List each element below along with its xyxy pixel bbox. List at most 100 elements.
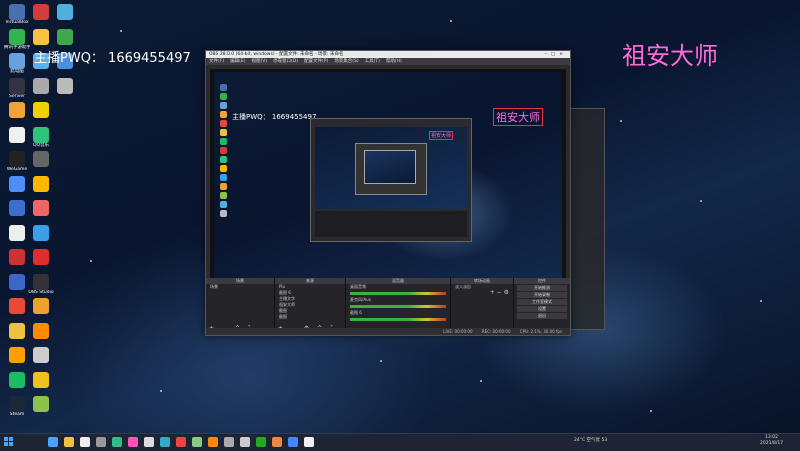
menu-item[interactable]: 视图(V) — [251, 59, 267, 64]
studio-mode-button[interactable]: 工作室模式 — [517, 299, 567, 305]
app-icon — [33, 371, 49, 388]
taskbar-app-icon[interactable] — [144, 437, 154, 447]
source-item[interactable]: 截图 — [275, 314, 345, 320]
desktop-app-icon[interactable] — [52, 77, 78, 94]
obs-titlebar[interactable]: OBS 28.0.0 (64-bit, windows) - 配置文件: 未命名… — [206, 51, 570, 58]
desktop-app-icon[interactable]: WeGame — [4, 151, 30, 173]
app-label: 此电脑 — [10, 69, 24, 74]
app-icon — [9, 4, 25, 20]
app-icon — [9, 53, 25, 69]
controls-dock[interactable]: 控件 开始推流 开始录制 工作室模式 设置 退出 — [514, 278, 570, 335]
desktop-app-icon[interactable] — [4, 347, 30, 363]
desktop-app-icon[interactable]: QQ音乐 — [28, 126, 54, 149]
background-window[interactable] — [567, 108, 605, 330]
desktop-app-icon[interactable]: Servier — [4, 77, 30, 100]
desktop-app-icon[interactable] — [28, 200, 54, 216]
taskbar-app-icon[interactable] — [64, 437, 74, 447]
desktop-app-icon[interactable]: OBS Studio — [28, 273, 54, 296]
app-icon — [57, 4, 73, 20]
desktop-app-icon[interactable] — [52, 4, 78, 20]
desktop-app-icon[interactable] — [28, 175, 54, 192]
taskbar-app-icon[interactable] — [192, 437, 202, 447]
desktop-app-icon[interactable] — [28, 322, 54, 339]
app-label: Steam — [9, 412, 25, 417]
exit-button[interactable]: 退出 — [517, 313, 567, 319]
desktop-app-icon[interactable] — [4, 249, 30, 265]
taskbar-app-icon[interactable] — [304, 437, 314, 447]
taskbar-app-icon[interactable] — [176, 437, 186, 447]
taskbar-app-icon[interactable] — [272, 437, 282, 447]
desktop-app-icon[interactable] — [4, 371, 30, 388]
taskbar-app-icon[interactable] — [112, 437, 122, 447]
taskbar-app-icon[interactable] — [288, 437, 298, 447]
clock-date: 2021/8/17 — [760, 441, 784, 446]
desktop-app-icon[interactable] — [28, 249, 54, 265]
desktop-app-icon[interactable] — [4, 126, 30, 143]
scene-item[interactable]: 场景 — [206, 284, 274, 290]
desktop-app-icon[interactable]: Steam — [4, 396, 30, 418]
taskbar-app-icon[interactable] — [256, 437, 266, 447]
window-controls[interactable]: –□× — [545, 51, 567, 58]
app-icon — [33, 151, 49, 167]
audio-meter — [350, 305, 446, 308]
desktop-app-icon[interactable] — [28, 396, 54, 412]
desktop-app-icon[interactable] — [4, 322, 30, 339]
menu-item[interactable]: 工具(T) — [365, 59, 380, 64]
scenes-dock[interactable]: 场景 场景 + − ^ ˅ — [206, 278, 275, 335]
obs-window[interactable]: OBS 28.0.0 (64-bit, windows) - 配置文件: 未命名… — [205, 50, 571, 336]
desktop-app-icon[interactable] — [28, 371, 54, 388]
taskbar-app-icon[interactable] — [240, 437, 250, 447]
menu-item[interactable]: 场景集合(S) — [334, 59, 358, 64]
transition-buttons[interactable]: + − ⚙ — [451, 290, 513, 296]
desktop-app-icon[interactable] — [4, 273, 30, 290]
desktop-app-icon[interactable] — [28, 347, 54, 363]
app-label: QQ音乐 — [32, 142, 50, 148]
desktop-app-icon[interactable] — [28, 28, 54, 45]
app-icon — [33, 126, 49, 143]
app-icon — [57, 28, 73, 45]
desktop-app-icon[interactable] — [4, 175, 30, 192]
desktop-app-icon[interactable] — [4, 224, 30, 241]
desktop-app-icon[interactable] — [28, 151, 54, 167]
desktop-app-icon[interactable] — [28, 224, 54, 241]
menu-item[interactable]: 配置文件(P) — [304, 59, 328, 64]
desktop-app-icon[interactable] — [52, 28, 78, 45]
settings-button[interactable]: 设置 — [517, 306, 567, 312]
start-streaming-button[interactable]: 开始推流 — [517, 285, 567, 291]
desktop-app-icon[interactable] — [4, 102, 30, 118]
app-icon — [33, 347, 49, 363]
controls-dock-title: 控件 — [514, 278, 570, 284]
taskbar-app-icon[interactable] — [224, 437, 234, 447]
desktop-app-icon[interactable] — [28, 102, 54, 118]
desktop-app-icon[interactable] — [28, 298, 54, 314]
desktop-app-icon[interactable] — [4, 298, 30, 314]
app-icon — [9, 322, 25, 339]
desktop-app-icon[interactable]: VirtualBox — [4, 4, 30, 26]
app-icon — [9, 224, 25, 241]
menu-item[interactable]: 文件(F) — [209, 59, 224, 64]
taskbar-app-icon[interactable] — [48, 437, 58, 447]
start-recording-button[interactable]: 开始录制 — [517, 292, 567, 298]
app-icon — [33, 298, 49, 314]
desktop-app-icon[interactable]: 此电脑 — [4, 53, 30, 75]
desktop-app-icon[interactable] — [4, 200, 30, 216]
start-icon[interactable] — [4, 437, 14, 447]
mixer-dock[interactable]: 混音器 桌面音频 麦克风/Aux 截图 6 — [346, 278, 451, 335]
taskbar-app-icon[interactable] — [80, 437, 90, 447]
sources-dock[interactable]: 来源 Plu 截图 6 主播文字 祖安大师 截图 截图 + − ⚙ ^ ˅ — [275, 278, 346, 335]
weather-tray[interactable]: 24°C 空气优 53 — [574, 437, 607, 443]
taskbar-app-icon[interactable] — [128, 437, 138, 447]
taskbar-app-icon[interactable] — [160, 437, 170, 447]
menu-item[interactable]: 停靠窗口(D) — [273, 59, 298, 64]
taskbar-app-icon[interactable] — [208, 437, 218, 447]
desktop-app-icon[interactable]: 腾讯手游助手 — [4, 28, 30, 51]
desktop-app-icon[interactable] — [28, 77, 54, 94]
transitions-dock[interactable]: 转场动画 淡入淡出 + − ⚙ — [451, 278, 514, 335]
taskbar-clock[interactable]: 13:02 2021/8/17 — [760, 435, 783, 447]
taskbar-app-icon[interactable] — [96, 437, 106, 447]
obs-docks: 场景 场景 + − ^ ˅ 来源 Plu 截图 6 主播文字 祖安大师 截图 截… — [206, 278, 570, 335]
desktop-app-icon[interactable] — [28, 4, 54, 20]
menu-item[interactable]: 编辑(E) — [230, 59, 245, 64]
menu-item[interactable]: 帮助(H) — [386, 59, 402, 64]
obs-menubar[interactable]: 文件(F) 编辑(E) 视图(V) 停靠窗口(D) 配置文件(P) 场景集合(S) 工具(T… — [206, 58, 570, 65]
